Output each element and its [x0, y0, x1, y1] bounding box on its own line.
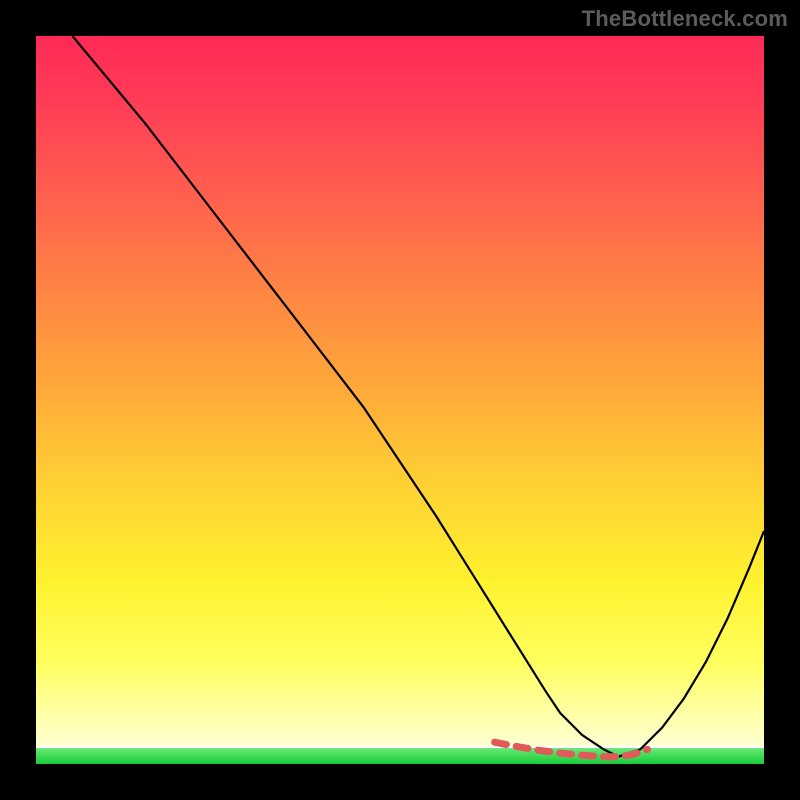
right-branch-line	[618, 531, 764, 757]
curve-overlay	[36, 36, 764, 764]
left-branch-line	[72, 36, 618, 757]
chart-frame: TheBottleneck.com	[0, 0, 800, 800]
watermark-label: TheBottleneck.com	[582, 6, 788, 32]
bottleneck-dashed-line	[495, 742, 648, 757]
